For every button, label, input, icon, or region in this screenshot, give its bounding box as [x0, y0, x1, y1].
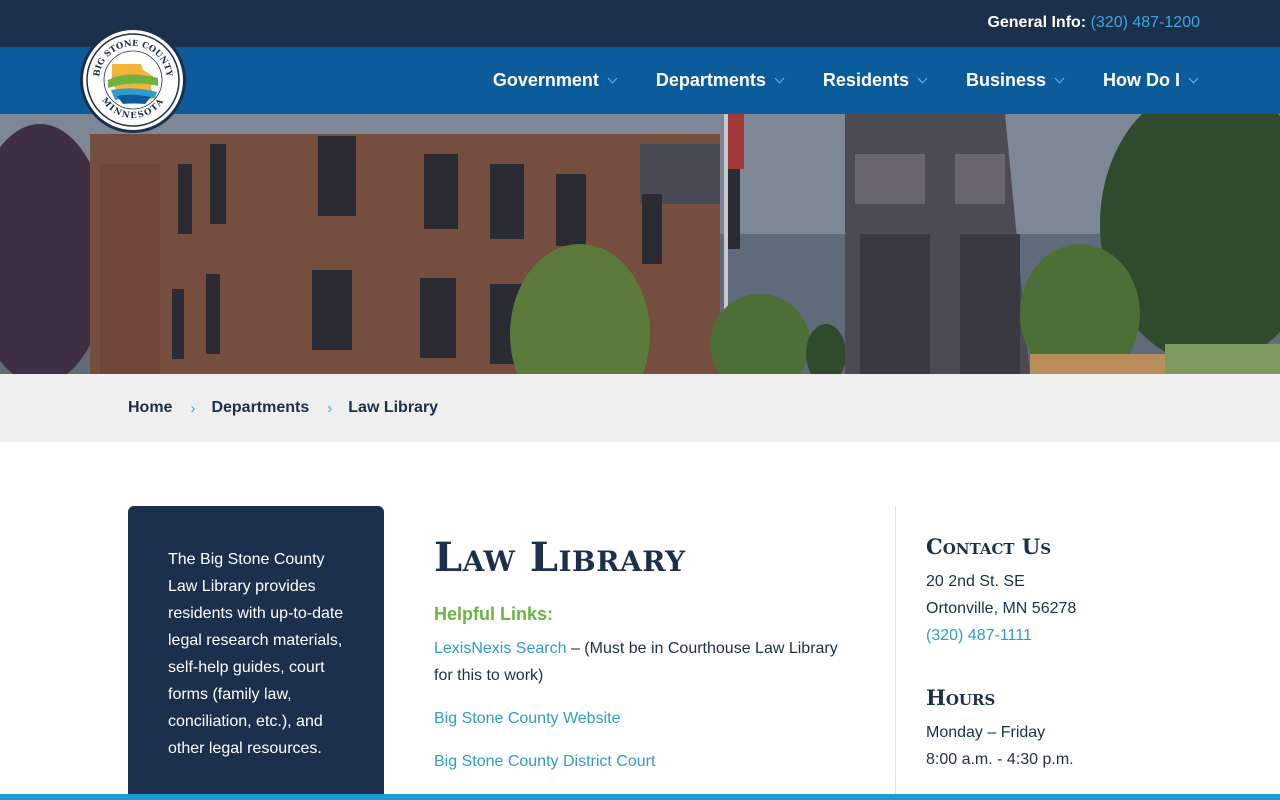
contact-address-line2: Ortonville, MN 56278	[926, 600, 1077, 617]
main-navigation-bar: Government Departments Residents Busines…	[0, 47, 1280, 114]
nav-item-business[interactable]: Business	[965, 70, 1065, 91]
nav-item-departments[interactable]: Departments	[655, 70, 785, 91]
intro-text: The Big Stone County Law Library provide…	[168, 551, 344, 757]
hours-time: 8:00 a.m. - 4:30 p.m.	[926, 751, 1074, 768]
nav-item-government[interactable]: Government	[492, 70, 618, 91]
helpful-links-heading: Helpful Links:	[434, 604, 554, 624]
hours-heading: Hours	[926, 685, 996, 710]
page-title: Law Library	[434, 534, 686, 581]
nav-item-residents[interactable]: Residents	[822, 70, 928, 91]
county-website-link[interactable]: Big Stone County Website	[434, 710, 620, 727]
chevron-down-icon	[774, 73, 785, 83]
chevron-right-icon: ›	[327, 399, 333, 417]
nav-item-label: Business	[965, 70, 1046, 90]
lexis-link-row: LexisNexis Search – (Must be in Courthou…	[434, 635, 854, 689]
hero-courthouse-image	[0, 114, 1280, 374]
intro-card: The Big Stone County Law Library provide…	[128, 506, 384, 800]
column-divider	[895, 506, 896, 800]
general-info-phone-link[interactable]: (320) 487-1200	[1091, 14, 1200, 31]
nav-item-label: Residents	[822, 70, 909, 90]
hours-days: Monday – Friday	[926, 724, 1046, 741]
general-info: General Info: (320) 487-1200	[987, 14, 1200, 32]
breadcrumb-home[interactable]: Home	[128, 399, 172, 417]
district-court-row: Big Stone County District Court	[434, 748, 854, 775]
contact-heading: Contact Us	[926, 534, 1052, 559]
breadcrumb: Home › Departments › Law Library	[0, 374, 1280, 442]
top-info-bar: General Info: (320) 487-1200	[0, 0, 1280, 47]
chevron-down-icon	[1054, 73, 1065, 83]
main-nav: Government Departments Residents Busines…	[453, 47, 1199, 114]
chevron-down-icon	[607, 73, 618, 83]
main-content: Law Library Helpful Links: LexisNexis Se…	[434, 530, 854, 775]
nav-item-label: Government	[492, 70, 599, 90]
hours-section: Hours Monday – Friday 8:00 a.m. - 4:30 p…	[926, 683, 1226, 773]
chevron-right-icon: ›	[190, 399, 196, 417]
breadcrumb-departments[interactable]: Departments	[211, 399, 309, 417]
contact-address-line1: 20 2nd St. SE	[926, 573, 1025, 590]
county-seal-logo[interactable]: BIG STONE COUNTY MINNESOTA	[80, 27, 186, 133]
county-seal-icon: BIG STONE COUNTY MINNESOTA	[86, 33, 180, 127]
breadcrumb-current: Law Library	[348, 399, 439, 416]
contact-sidebar: Contact Us 20 2nd St. SE Ortonville, MN …	[926, 532, 1226, 773]
county-website-row: Big Stone County Website	[434, 705, 854, 732]
contact-phone-link[interactable]: (320) 487-1111	[926, 627, 1032, 644]
breadcrumb-list: Home › Departments › Law Library	[128, 374, 438, 442]
nav-item-label: Departments	[655, 70, 766, 90]
contact-details: 20 2nd St. SE Ortonville, MN 56278 (320)…	[926, 568, 1226, 649]
nav-item-label: How Do I	[1103, 70, 1180, 90]
lexisnexis-link[interactable]: LexisNexis Search	[434, 640, 567, 657]
chevron-down-icon	[917, 73, 928, 83]
bottom-accent-strip	[0, 794, 1280, 800]
general-info-label: General Info:	[987, 14, 1087, 31]
nav-item-how-do-i[interactable]: How Do I	[1103, 70, 1199, 91]
district-court-link[interactable]: Big Stone County District Court	[434, 753, 655, 770]
chevron-down-icon	[1188, 73, 1199, 83]
